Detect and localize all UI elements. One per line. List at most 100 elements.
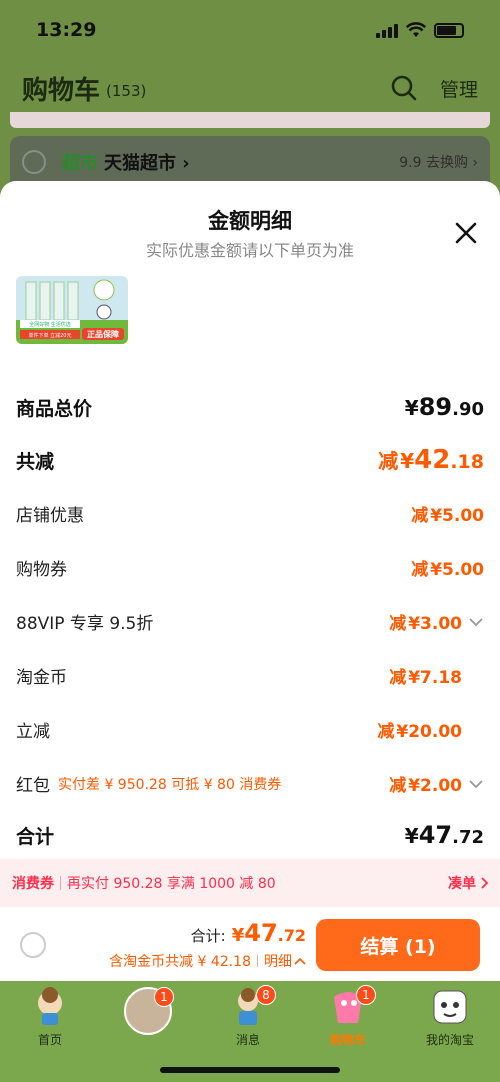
amount-dec: .00 [431,776,462,796]
manage-button[interactable]: 管理 [440,75,478,102]
product-image-text-1: 全网好物 生活优选 [29,321,71,328]
close-icon[interactable] [454,221,478,245]
wifi-icon [406,22,426,37]
tab-cart[interactable]: 1 购物车 [308,985,388,1048]
row-amount: 减 ¥20.00 [377,717,462,742]
amount-int: 89 [418,393,453,421]
chevron-down-icon[interactable] [468,779,484,789]
currency-symbol: ¥ [430,506,443,526]
currency-symbol: ¥ [408,776,421,796]
page-title: 购物车 [22,75,101,106]
tab-live[interactable]: 1 [108,987,188,1035]
currency-symbol: ¥ [404,824,419,848]
amount-dec: .00 [453,560,484,580]
chevron-right-icon [481,877,488,889]
coupon-message: 再实付 950.28 享满 1000 减 80 [67,876,276,892]
store-name[interactable]: 天猫超市 › [104,149,190,175]
search-icon[interactable] [390,74,418,102]
cart-header: 购物车 (153) 管理 [0,62,500,114]
amount-int: 3 [420,614,432,634]
row-total-reduction: 共减 减 ¥42.18 [16,445,484,475]
coupon-bar[interactable]: 消费券 再实付 950.28 享满 1000 减 80 凑单 [0,859,500,907]
promo-strip [10,112,490,128]
tab-home[interactable]: 首页 [10,987,90,1048]
tab-badge: 1 [154,987,174,1007]
row-taojinbi: 淘金币 减 ¥7.18 [16,663,484,688]
amount-dec: .18 [431,668,462,688]
reduce-prefix: 减 [389,776,407,796]
signal-icon [376,22,398,38]
status-icons [376,22,464,38]
battery-icon [434,22,464,38]
chevron-up-icon [294,957,306,965]
row-label: 商品总价 [16,397,93,420]
amount-dec: .18 [450,451,484,473]
total-label: 合计: [190,927,226,945]
tab-messages[interactable]: 8 消息 [208,985,288,1048]
row-label: 购物券 [16,560,67,580]
checkout-button[interactable]: 结算 (1) [316,919,480,971]
tab-my-taobao[interactable]: 我的淘宝 [410,987,490,1048]
row-label: 88VIP 专享 9.5折 [16,614,154,634]
tab-badge: 8 [256,985,276,1005]
amount-int: 7 [420,668,432,688]
detail-link[interactable]: 明细 [264,951,306,971]
cart-count: (153) [106,82,147,100]
store-exchange-link[interactable]: 9.9 去换购 › [399,152,478,172]
row-grand-total: 合计 ¥47.72 [16,821,484,849]
row-total-price: 商品总价 ¥89.90 [16,393,484,421]
tab-label: 我的淘宝 [425,1033,474,1047]
amount-dec: .90 [452,399,484,420]
total-dec: .72 [277,926,306,945]
row-amount: 减 ¥5.00 [411,501,484,526]
reduce-prefix: 减 [411,506,429,526]
amount-int: 20 [408,722,432,742]
my-taobao-mascot-icon [426,987,474,1027]
product-thumbnail[interactable]: 全网好物 生活优选 单件下单 立减20元 正品保障 [16,276,128,344]
reduce-prefix: 减 [389,614,407,634]
row-store-discount: 店铺优惠 减 ¥5.00 [16,501,484,526]
reduction-summary: 含淘金币共减 ¥ 42.18 [109,954,251,970]
row-amount: ¥47.72 [403,821,484,849]
red-packet-note: 实付差 ¥ 950.28 可抵 ¥ 80 消费券 [58,776,282,793]
row-label: 共减 [16,450,55,473]
sheet-title: 金额明细 [208,209,292,233]
total-int: 47 [244,919,278,947]
row-amount: ¥89.90 [403,393,484,421]
checkout-bar: 合计: ¥ 47 .72 含淘金币共减 ¥ 42.18 明细 结算 (1) [0,909,500,981]
home-indicator [160,1067,340,1073]
select-all-radio[interactable] [20,932,46,958]
store-tag: 超市 [62,153,98,174]
amount-dec: .72 [452,827,484,848]
chevron-down-icon[interactable] [468,617,484,627]
reduce-prefix: 减 [377,722,395,742]
row-amount: 减 ¥42.18 [378,445,484,475]
row-shopping-coupon: 购物券 减 ¥5.00 [16,555,484,580]
cart-mascot-icon: 1 [324,985,376,1027]
currency-symbol: ¥ [408,668,421,688]
row-88vip[interactable]: 88VIP 专享 9.5折 减 ¥3.00 [16,609,484,634]
row-instant-discount: 立减 减 ¥20.00 [16,717,484,742]
amount-int: 5 [442,560,454,580]
row-amount: 减 ¥5.00 [411,555,484,580]
message-mascot-icon: 8 [224,985,276,1027]
tab-label: 首页 [37,1033,62,1047]
currency-symbol: ¥ [404,396,419,420]
row-label: 红包 [16,776,50,796]
amount-int: 47 [418,821,453,849]
total-currency: ¥ [231,925,245,946]
status-time: 13:29 [36,19,97,41]
row-label: 淘金币 [16,668,67,688]
row-amount: 减 ¥7.18 [389,663,462,688]
store-select-radio[interactable] [22,150,46,174]
reduce-prefix: 减 [411,560,429,580]
coupon-tag: 消费券 [12,876,54,892]
add-on-button[interactable]: 凑单 [448,873,488,893]
amount-detail-sheet: 金额明细 实际优惠金额请以下单页为准 全网好物 生活优选 单件下单 立减20元 … [0,181,500,909]
amount-dec: .00 [431,722,462,742]
reduce-prefix: 减 [378,449,399,473]
row-red-packet[interactable]: 红包 实付差 ¥ 950.28 可抵 ¥ 80 消费券 减 ¥2.00 [16,771,484,796]
currency-symbol: ¥ [396,722,409,742]
avatar: 1 [124,987,174,1035]
amount-dec: .00 [431,614,462,634]
